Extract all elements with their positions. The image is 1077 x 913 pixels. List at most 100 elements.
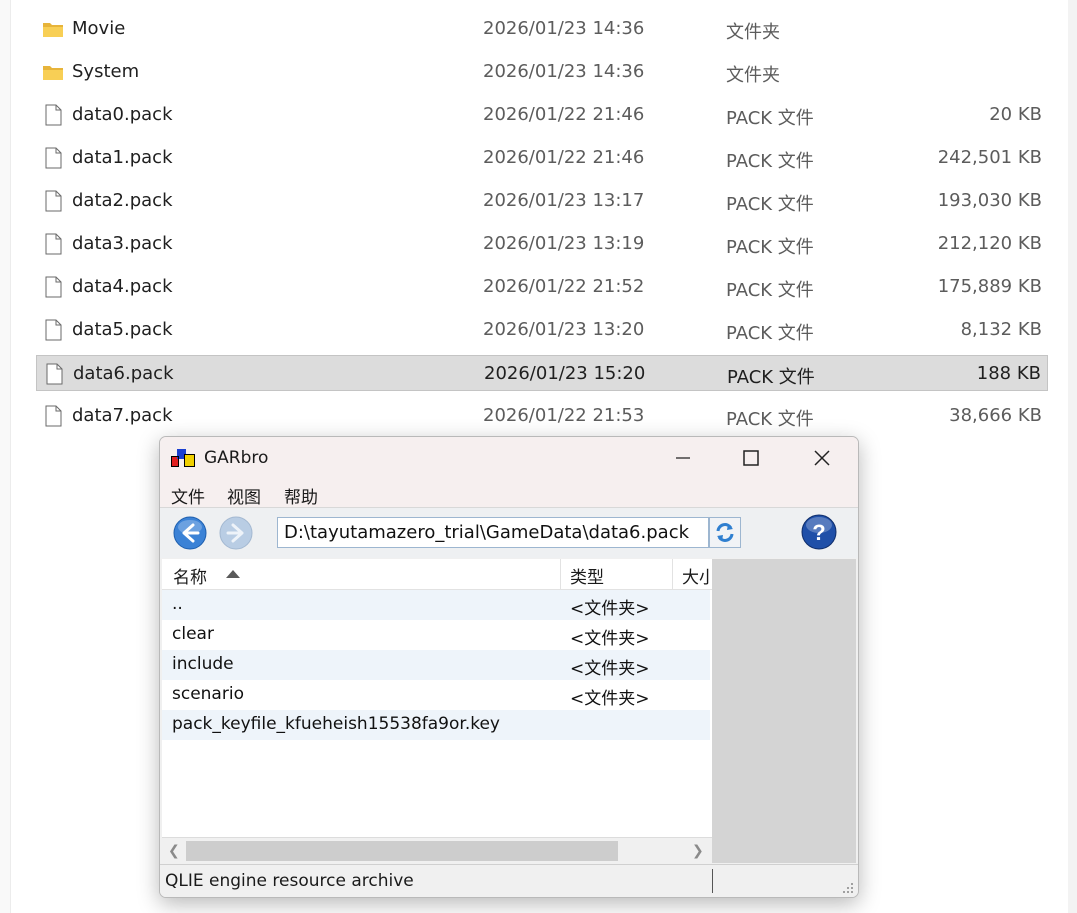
file-row[interactable]: Movie 2026/01/23 14:36 文件夹 xyxy=(36,11,1048,47)
archive-entry-row[interactable]: .. <文件夹> xyxy=(162,590,710,620)
toolbar: D:\tayutamazero_trial\GameData\data6.pac… xyxy=(160,507,858,558)
file-type: PACK 文件 xyxy=(726,409,814,430)
file-row[interactable]: data5.pack 2026/01/23 13:20 PACK 文件 8,132 K… xyxy=(36,312,1048,348)
entry-type: <文件夹> xyxy=(570,689,650,709)
file-row[interactable]: data0.pack 2026/01/22 21:46 PACK 文件 20 KB xyxy=(36,97,1048,133)
entry-type: <文件夹> xyxy=(570,629,650,649)
list-header: 名称 类型 大小 xyxy=(162,559,712,590)
archive-entry-row[interactable]: clear <文件夹> xyxy=(162,620,710,650)
explorer-scrollbar[interactable] xyxy=(1068,0,1077,913)
file-size: 8,132 KB xyxy=(960,319,1042,340)
file-type: PACK 文件 xyxy=(726,323,814,344)
file-size: 175,889 KB xyxy=(937,276,1042,297)
file-size: 242,501 KB xyxy=(937,147,1042,168)
minimize-icon xyxy=(676,457,690,459)
back-arrow-icon[interactable] xyxy=(173,516,207,550)
path-input[interactable]: D:\tayutamazero_trial\GameData\data6.pac… xyxy=(277,517,709,548)
column-header-name[interactable]: 名称 xyxy=(173,563,207,588)
file-icon xyxy=(45,276,62,298)
file-icon xyxy=(45,233,62,255)
file-name: data5.pack xyxy=(72,319,173,340)
minimize-button[interactable] xyxy=(660,443,706,473)
file-type: 文件夹 xyxy=(726,65,780,86)
file-row[interactable]: data1.pack 2026/01/22 21:46 PACK 文件 242,501… xyxy=(36,140,1048,176)
file-type: PACK 文件 xyxy=(726,194,814,215)
file-name: System xyxy=(72,61,140,82)
menu-help[interactable]: 帮助 xyxy=(284,483,318,508)
file-type: PACK 文件 xyxy=(726,280,814,301)
archive-file-list: 名称 类型 大小 ..<文件夹>clear<文件夹>include<文件夹>sc… xyxy=(162,559,712,837)
menu-view[interactable]: 视图 xyxy=(227,483,261,508)
entry-name: include xyxy=(172,654,234,674)
title-bar[interactable]: GARbro xyxy=(160,437,858,479)
file-row[interactable]: data7.pack 2026/01/22 21:53 PACK 文件 38,666 … xyxy=(36,398,1048,434)
refresh-button[interactable] xyxy=(709,517,741,548)
sort-ascending-icon xyxy=(226,570,240,578)
file-size: 38,666 KB xyxy=(949,405,1042,426)
file-type: PACK 文件 xyxy=(726,237,814,258)
file-type: PACK 文件 xyxy=(727,367,815,388)
maximize-button[interactable] xyxy=(728,443,774,473)
file-row[interactable]: data2.pack 2026/01/23 13:17 PACK 文件 193,030… xyxy=(36,183,1048,219)
scroll-left-icon[interactable]: ❮ xyxy=(168,843,180,859)
file-type: PACK 文件 xyxy=(726,108,814,129)
menu-bar: 文件 视图 帮助 xyxy=(160,479,858,508)
svg-text:?: ? xyxy=(812,520,825,545)
file-date: 2026/01/23 13:19 xyxy=(483,233,645,254)
file-size: 193,030 KB xyxy=(937,190,1042,211)
file-type: 文件夹 xyxy=(726,22,780,43)
garbro-window: GARbro 文件 视图 帮助 D:\tayutamazero_trial\Ga… xyxy=(159,436,859,898)
file-date: 2026/01/23 13:20 xyxy=(483,319,645,340)
help-icon[interactable]: ? xyxy=(801,514,837,550)
list-empty-area xyxy=(712,559,856,863)
file-name: data1.pack xyxy=(72,147,173,168)
entry-type: <文件夹> xyxy=(570,659,650,679)
folder-icon xyxy=(43,66,63,80)
file-date: 2026/01/22 21:46 xyxy=(483,104,645,125)
refresh-icon xyxy=(716,523,734,542)
status-divider xyxy=(712,869,713,893)
file-row[interactable]: data6.pack 2026/01/23 15:20 PACK 文件 188 KB xyxy=(36,355,1048,391)
file-date: 2026/01/22 21:53 xyxy=(483,405,645,426)
file-date: 2026/01/22 21:52 xyxy=(483,276,645,297)
status-text: QLIE engine resource archive xyxy=(165,871,414,891)
column-divider[interactable] xyxy=(560,559,561,589)
file-row[interactable]: data4.pack 2026/01/22 21:52 PACK 文件 175,889… xyxy=(36,269,1048,305)
scroll-right-icon[interactable]: ❯ xyxy=(692,843,704,859)
file-row[interactable]: System 2026/01/23 14:36 文件夹 xyxy=(36,54,1048,90)
maximize-icon xyxy=(743,450,759,466)
file-icon xyxy=(45,104,62,126)
file-date: 2026/01/22 21:46 xyxy=(483,147,645,168)
file-date: 2026/01/23 14:36 xyxy=(483,61,645,82)
entry-name: pack_keyfile_kfueheish15538fa9or.key xyxy=(172,714,500,734)
file-name: data0.pack xyxy=(72,104,173,125)
entry-name: clear xyxy=(172,624,214,644)
menu-file[interactable]: 文件 xyxy=(171,483,205,508)
folder-icon xyxy=(43,23,63,37)
horizontal-scrollbar[interactable]: ❮ ❯ xyxy=(162,837,712,864)
file-date: 2026/01/23 14:36 xyxy=(483,18,645,39)
close-button[interactable] xyxy=(799,443,845,473)
file-date: 2026/01/23 15:20 xyxy=(484,363,646,384)
file-icon xyxy=(45,190,62,212)
forward-arrow-icon[interactable] xyxy=(219,516,253,550)
archive-entry-row[interactable]: pack_keyfile_kfueheish15538fa9or.key xyxy=(162,710,710,740)
close-icon xyxy=(814,450,830,466)
resize-grip-icon[interactable] xyxy=(840,880,854,894)
entry-name: .. xyxy=(172,594,183,614)
file-icon xyxy=(45,319,62,341)
file-name: data2.pack xyxy=(72,190,173,211)
navigation-pane-edge xyxy=(0,0,11,913)
column-header-size[interactable]: 大小 xyxy=(682,563,710,588)
garbro-app-icon xyxy=(171,449,195,467)
file-name: data6.pack xyxy=(73,363,174,384)
archive-entry-row[interactable]: scenario <文件夹> xyxy=(162,680,710,710)
scrollbar-thumb[interactable] xyxy=(186,841,618,861)
column-header-type[interactable]: 类型 xyxy=(570,563,604,588)
file-size: 188 KB xyxy=(976,363,1041,384)
archive-entry-row[interactable]: include <文件夹> xyxy=(162,650,710,680)
file-row[interactable]: data3.pack 2026/01/23 13:19 PACK 文件 212,120… xyxy=(36,226,1048,262)
column-divider[interactable] xyxy=(672,559,673,589)
window-title: GARbro xyxy=(204,448,269,468)
file-name: data3.pack xyxy=(72,233,173,254)
